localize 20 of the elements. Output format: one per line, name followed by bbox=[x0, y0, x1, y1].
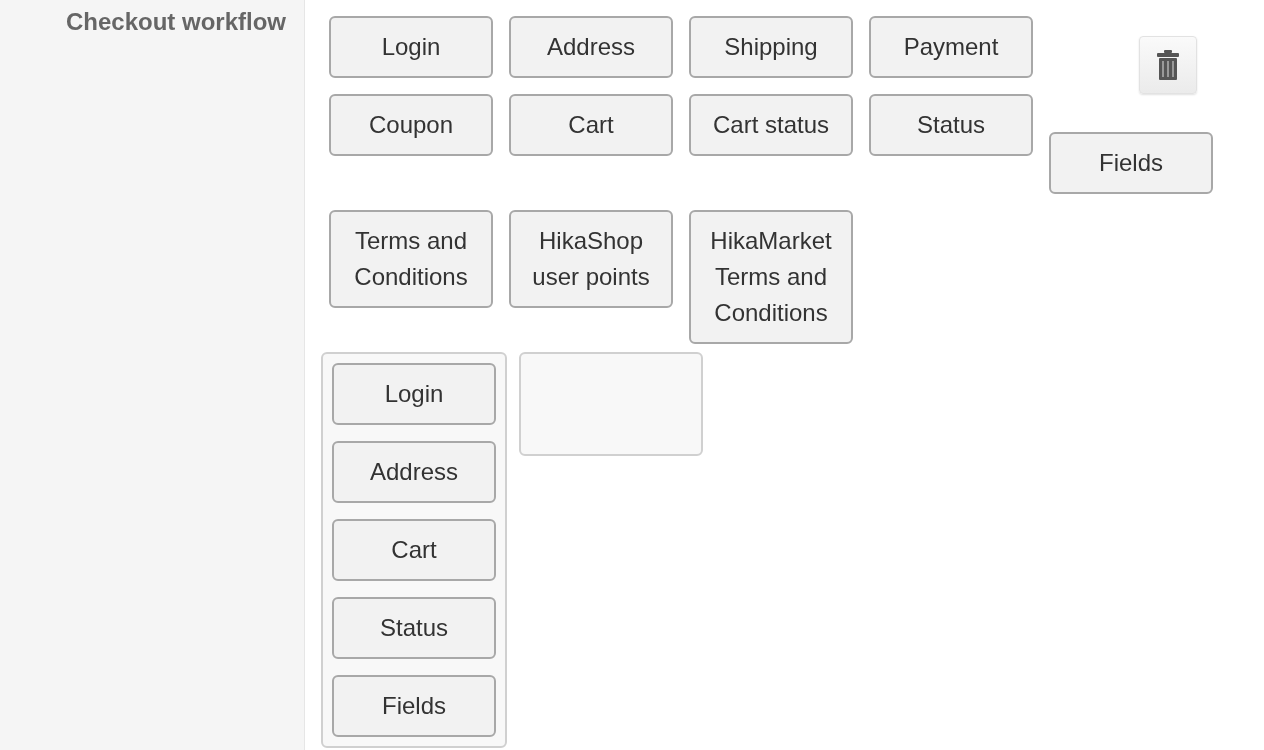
section-label: Checkout workflow bbox=[65, 8, 286, 36]
delete-icon bbox=[1157, 50, 1179, 80]
block-button[interactable]: Coupon bbox=[329, 94, 493, 156]
block-button[interactable]: Fields bbox=[1049, 132, 1213, 194]
block-button[interactable]: Status bbox=[869, 94, 1033, 156]
block-button[interactable]: Payment bbox=[869, 16, 1033, 78]
block-button[interactable]: Shipping bbox=[689, 16, 853, 78]
block-button[interactable]: Cart status bbox=[689, 94, 853, 156]
block-button[interactable]: Status bbox=[332, 597, 496, 659]
block-button[interactable]: Terms and Conditions bbox=[329, 210, 493, 308]
block-button[interactable]: HikaShop user points bbox=[509, 210, 673, 308]
block-button[interactable]: Cart bbox=[509, 94, 673, 156]
block-button[interactable]: Login bbox=[332, 363, 496, 425]
block-button[interactable]: Login bbox=[329, 16, 493, 78]
block-button[interactable]: HikaMarket Terms and Conditions bbox=[689, 210, 853, 344]
block-button[interactable]: Address bbox=[332, 441, 496, 503]
block-button[interactable]: Fields bbox=[332, 675, 496, 737]
delete-button[interactable] bbox=[1139, 36, 1197, 94]
block-button[interactable]: Address bbox=[509, 16, 673, 78]
block-button[interactable]: Cart bbox=[332, 519, 496, 581]
